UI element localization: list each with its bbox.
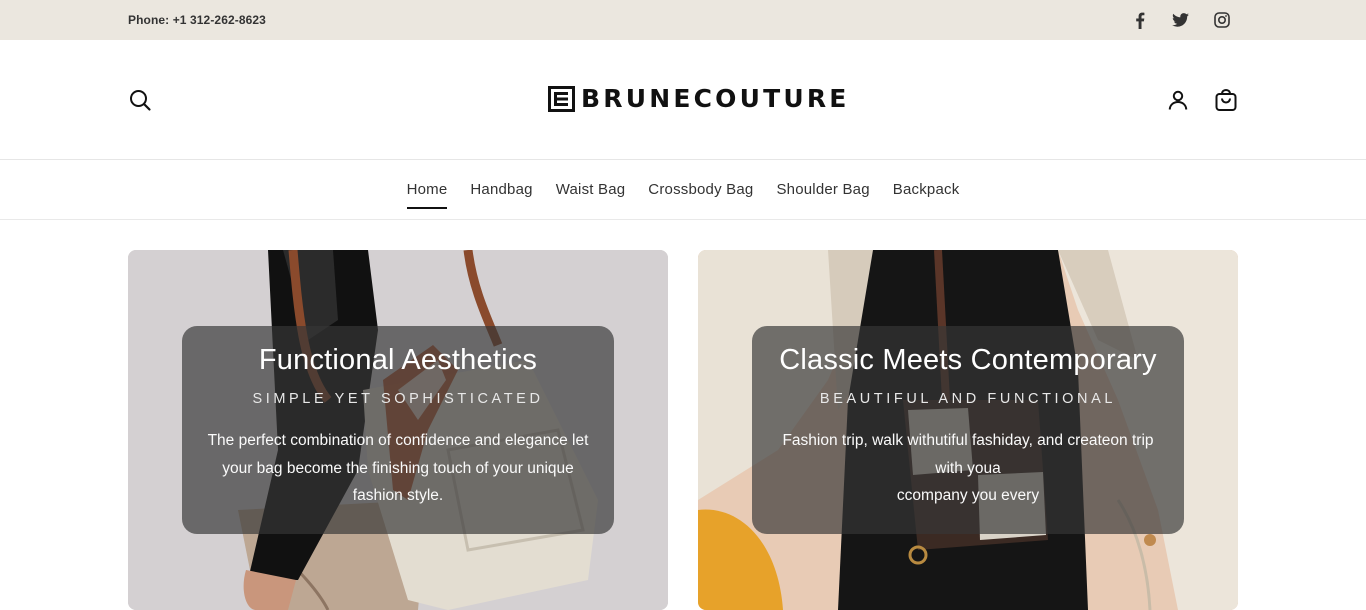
banner-overlay: Classic Meets Contemporary BEAUTIFUL AND…: [752, 326, 1184, 534]
main-nav: Home Handbag Waist Bag Crossbody Bag Sho…: [0, 160, 1366, 220]
banner-subtitle: BEAUTIFUL AND FUNCTIONAL: [819, 391, 1117, 407]
instagram-icon[interactable]: [1211, 9, 1233, 31]
banner-description: The perfect combination of confidence an…: [207, 432, 589, 504]
logo-mark-icon: [548, 86, 575, 112]
banner-title: Functional Aesthetics: [258, 344, 538, 376]
facebook-icon[interactable]: [1129, 9, 1151, 31]
site-header: BRUNECOUTURE: [0, 40, 1366, 160]
nav-item-shoulder-bag[interactable]: Shoulder Bag: [765, 160, 881, 220]
account-icon[interactable]: [1164, 86, 1192, 114]
cart-icon[interactable]: [1212, 86, 1240, 114]
search-icon[interactable]: [126, 86, 154, 114]
banner-card-functional[interactable]: Functional Aesthetics SIMPLE YET SOPHIST…: [128, 250, 668, 610]
nav-item-waist-bag[interactable]: Waist Bag: [544, 160, 637, 220]
banner-card-classic[interactable]: Classic Meets Contemporary BEAUTIFUL AND…: [698, 250, 1238, 610]
top-bar: Phone: +1 312-262-8623: [0, 0, 1366, 40]
banner-overlay: Functional Aesthetics SIMPLE YET SOPHIST…: [182, 326, 614, 534]
nav-item-home[interactable]: Home: [395, 160, 459, 220]
brand-logo[interactable]: BRUNECOUTURE: [548, 86, 850, 112]
banner-subtitle: SIMPLE YET SOPHISTICATED: [252, 391, 544, 407]
nav-item-handbag[interactable]: Handbag: [459, 160, 544, 220]
nav-item-crossbody-bag[interactable]: Crossbody Bag: [637, 160, 765, 220]
banner-description: Fashion trip, walk withutiful fashiday, …: [782, 432, 1154, 504]
banner-title: Classic Meets Contemporary: [779, 344, 1157, 376]
phone-number: Phone: +1 312-262-8623: [128, 13, 266, 27]
brand-name: BRUNECOUTURE: [581, 84, 850, 113]
nav-item-backpack[interactable]: Backpack: [881, 160, 971, 220]
twitter-icon[interactable]: [1169, 9, 1191, 31]
